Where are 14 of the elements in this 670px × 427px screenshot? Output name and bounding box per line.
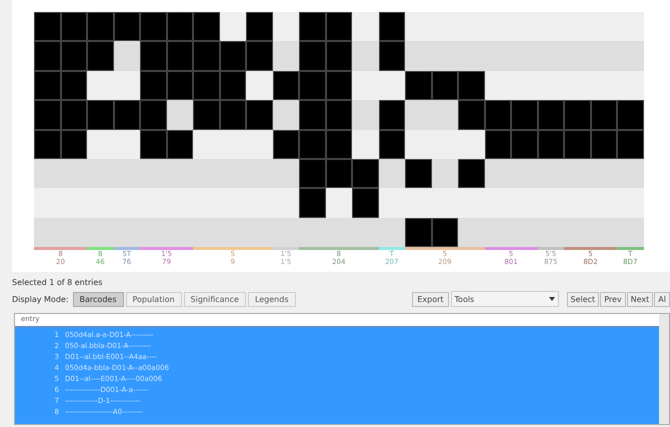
selection-status: Selected 1 of 8 entries bbox=[11, 277, 104, 289]
action-button[interactable]: Select bbox=[566, 292, 600, 306]
mode-tab[interactable]: Significance bbox=[184, 292, 246, 306]
mode-tab[interactable]: Population bbox=[126, 292, 182, 306]
action-button[interactable]: Al bbox=[654, 292, 670, 306]
mode-tab[interactable]: Barcodes bbox=[72, 292, 124, 306]
mode-tab[interactable]: Legends bbox=[248, 292, 296, 306]
scrollbar[interactable] bbox=[659, 314, 669, 424]
action-button[interactable]: Prev bbox=[600, 292, 626, 306]
action-button[interactable]: Next bbox=[626, 292, 654, 306]
tools-dropdown[interactable]: Tools bbox=[450, 291, 559, 307]
caret-icon bbox=[548, 297, 555, 301]
export-button[interactable]: Export bbox=[412, 292, 449, 306]
display-mode-label: Display Mode: bbox=[12, 294, 69, 304]
